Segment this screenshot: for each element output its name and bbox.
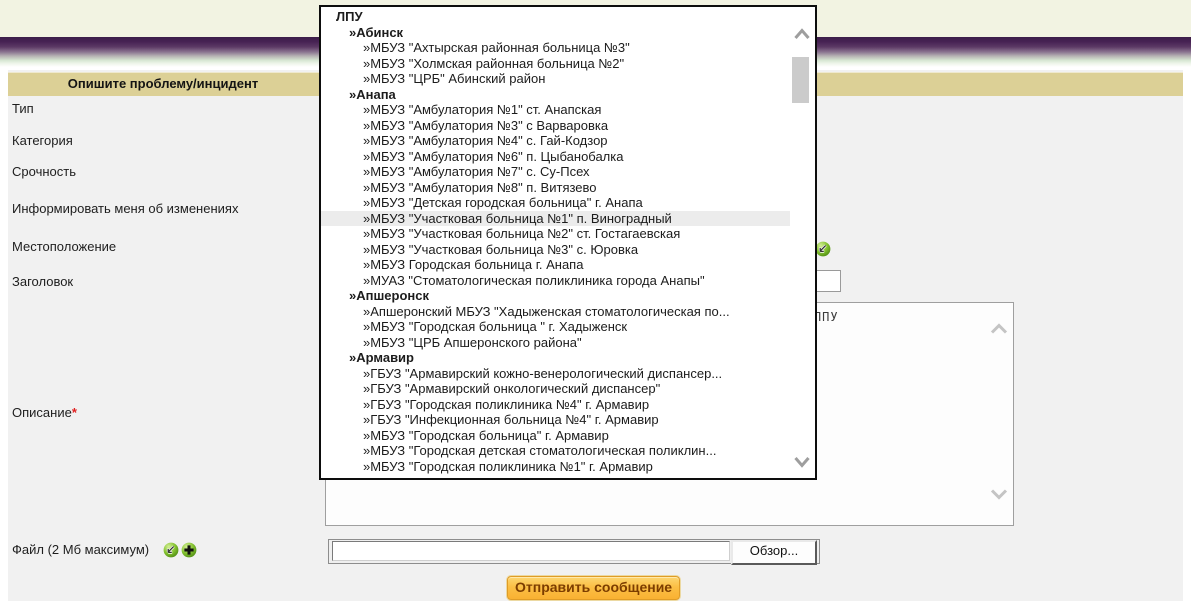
lpu-dropdown-item[interactable]: »Абинск bbox=[321, 25, 791, 41]
lpu-dropdown-item[interactable]: »МБУЗ "ЦРБ" Абинский район bbox=[321, 71, 791, 87]
lpu-dropdown-item[interactable]: »МБУЗ "Участковая больница №2" ст. Госта… bbox=[321, 226, 791, 242]
field-label-urgency: Срочность bbox=[12, 164, 76, 179]
lpu-dropdown-item[interactable]: »МБУЗ "Городская больница" г. Армавир bbox=[321, 428, 791, 444]
lpu-dropdown-item[interactable]: »МБУЗ "Городская больница " г. Хадыженск bbox=[321, 319, 791, 335]
lpu-dropdown-item[interactable]: ЛПУ bbox=[321, 9, 791, 25]
page: { "panel": { "title": "Опишите проблему/… bbox=[0, 0, 1191, 607]
expand-location-icon[interactable] bbox=[815, 241, 831, 257]
lpu-dropdown-item[interactable]: »ГБУЗ "Армавирский кожно-венерологически… bbox=[321, 366, 791, 382]
lpu-dropdown-item[interactable]: »МБУЗ "ЦРБ Апшеронского района" bbox=[321, 335, 791, 351]
file-input-text[interactable] bbox=[332, 541, 730, 561]
dropdown-scrollbar[interactable] bbox=[790, 23, 814, 476]
field-label-description: Описание* bbox=[12, 405, 77, 420]
lpu-dropdown-item[interactable]: »МБУЗ "Амбулатория №7" с. Су-Псех bbox=[321, 164, 791, 180]
lpu-dropdown-item[interactable]: »МБУЗ "Амбулатория №8" п. Витязево bbox=[321, 180, 791, 196]
scroll-up-icon[interactable] bbox=[793, 27, 811, 44]
textarea-scroll-up-icon[interactable] bbox=[989, 323, 1009, 338]
lpu-dropdown-item[interactable]: »МБУЗ "Детская городская больница" г. Ан… bbox=[321, 195, 791, 211]
field-label-type: Тип bbox=[12, 101, 34, 116]
field-label-title: Заголовок bbox=[12, 274, 73, 289]
lpu-dropdown-item[interactable]: »МУАЗ "Стоматологическая поликлиника гор… bbox=[321, 273, 791, 289]
lpu-dropdown-item[interactable]: »Апшеронск bbox=[321, 288, 791, 304]
lpu-dropdown-item[interactable]: »МБУЗ "Городская детская стоматологическ… bbox=[321, 443, 791, 459]
field-label-location: Местоположение bbox=[12, 239, 116, 254]
field-label-file: Файл (2 Мб максимум) bbox=[12, 542, 149, 557]
lpu-dropdown-item[interactable]: »МБУЗ "Участковая больница №1" п. Виногр… bbox=[321, 211, 791, 227]
form-title: Опишите проблему/инцидент bbox=[8, 76, 318, 91]
lpu-dropdown-item[interactable]: »ГБУЗ "Инфекционная больница №4" г. Арма… bbox=[321, 412, 791, 428]
lpu-dropdown-item[interactable]: »МБУЗ "Амбулатория №1" ст. Анапская bbox=[321, 102, 791, 118]
lpu-dropdown-item[interactable]: »МБУЗ Городская больница г. Анапа bbox=[321, 257, 791, 273]
required-asterisk: * bbox=[72, 405, 77, 420]
lpu-dropdown-item[interactable]: »МБУЗ "Ахтырская районная больница №3" bbox=[321, 40, 791, 56]
lpu-dropdown-item[interactable]: »Апшеронский МБУЗ "Хадыженская стоматоло… bbox=[321, 304, 791, 320]
expand-file-icon[interactable] bbox=[163, 542, 179, 558]
lpu-dropdown-item[interactable]: »Армавир bbox=[321, 350, 791, 366]
file-icons bbox=[163, 541, 197, 558]
add-file-icon[interactable] bbox=[181, 542, 197, 558]
browse-button[interactable]: Обзор... bbox=[731, 540, 817, 565]
lpu-dropdown: ЛПУ»Абинск»МБУЗ "Ахтырская районная боль… bbox=[319, 5, 817, 480]
field-label-description-text: Описание bbox=[12, 405, 72, 420]
lpu-dropdown-item[interactable]: »ГБУЗ "Армавирский онкологический диспан… bbox=[321, 381, 791, 397]
lpu-dropdown-item[interactable]: »МБУЗ "Амбулатория №6" п. Цыбанобалка bbox=[321, 149, 791, 165]
lpu-dropdown-item[interactable]: »МБУЗ "Холмская районная больница №2" bbox=[321, 56, 791, 72]
lpu-dropdown-item[interactable]: »ГБУЗ "Городская поликлиника №4" г. Арма… bbox=[321, 397, 791, 413]
lpu-dropdown-item[interactable]: »МБУЗ "Участковая больница №3" с. Юровка bbox=[321, 242, 791, 258]
file-input[interactable]: Обзор... bbox=[328, 539, 820, 564]
lpu-dropdown-list: ЛПУ»Абинск»МБУЗ "Ахтырская районная боль… bbox=[321, 7, 791, 478]
scrollbar-thumb[interactable] bbox=[792, 57, 809, 103]
textarea-scroll-down-icon[interactable] bbox=[989, 488, 1009, 503]
field-label-category: Категория bbox=[12, 133, 73, 148]
lpu-dropdown-item[interactable]: »МБУЗ "Городская поликлиника №1" г. Арма… bbox=[321, 459, 791, 475]
submit-button[interactable]: Отправить сообщение bbox=[507, 576, 680, 600]
scroll-down-icon[interactable] bbox=[793, 455, 811, 472]
field-label-notify: Информировать меня об изменениях bbox=[12, 201, 238, 216]
lpu-dropdown-item[interactable]: »МБУЗ "Амбулатория №4" с. Гай-Кодзор bbox=[321, 133, 791, 149]
lpu-dropdown-item[interactable]: »МБУЗ "Амбулатория №3" с Варваровка bbox=[321, 118, 791, 134]
lpu-dropdown-item[interactable]: »Анапа bbox=[321, 87, 791, 103]
